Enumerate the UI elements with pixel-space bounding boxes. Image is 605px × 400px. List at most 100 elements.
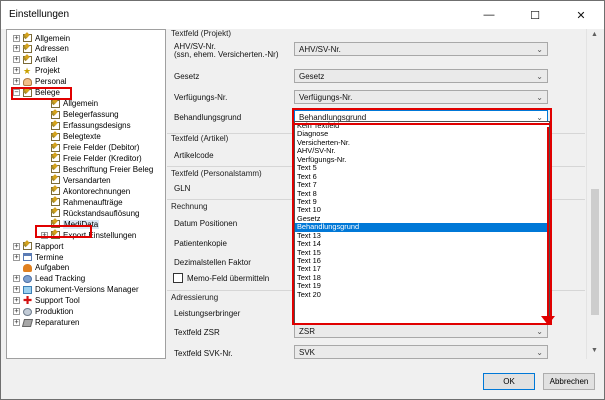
scroll-down-icon[interactable]: ▼ <box>591 347 598 354</box>
tree-item[interactable]: + Personal <box>13 77 67 87</box>
chevron-down-icon: ⌄ <box>536 45 543 54</box>
tree-item[interactable]: + ★ Projekt <box>13 66 60 76</box>
doc-icon <box>51 99 60 108</box>
tree-item[interactable]: + ✚ Support Tool <box>13 294 80 307</box>
panel-scrollbar[interactable]: ▲ ▼ <box>586 29 602 359</box>
gesetz-select[interactable]: Gesetz ⌄ <box>294 69 548 83</box>
doc-icon <box>51 143 60 152</box>
scroll-up-icon[interactable]: ▲ <box>591 31 598 38</box>
tree-item[interactable]: Erfassungsdesigns <box>41 121 131 131</box>
tree-item[interactable]: Freie Felder (Kreditor) <box>41 153 142 163</box>
expand-icon[interactable]: + <box>13 286 20 294</box>
window-title: Einstellungen <box>9 9 70 20</box>
tree-item[interactable]: Belegtexte <box>41 132 101 142</box>
expand-icon[interactable]: + <box>13 67 20 75</box>
person-icon <box>23 77 32 86</box>
minimize-button[interactable]: — <box>466 1 512 29</box>
expand-icon[interactable]: + <box>13 34 20 42</box>
highlight-dropdown <box>292 108 552 325</box>
tree-item[interactable]: Belegerfassung <box>41 110 119 120</box>
tree-item-label: Akontorechnungen <box>63 186 131 196</box>
tree-item[interactable]: + Produktion <box>13 307 73 317</box>
expand-icon[interactable]: + <box>13 319 20 327</box>
tree-item-label: Allgemein <box>35 33 71 43</box>
tree-item-label: Rapport <box>35 241 64 251</box>
chevron-down-icon: ⌄ <box>536 93 543 102</box>
behandlung-label: Behandlungsgrund <box>174 113 242 122</box>
ahv-label-line2: (ssn, ehem. Versicherten.-Nr) <box>174 50 279 59</box>
patientenkopie-label: Patientenkopie <box>174 239 227 248</box>
doc-icon <box>51 187 60 196</box>
tree-item-label: Belegtexte <box>63 132 101 142</box>
tree-item[interactable]: + Termine <box>13 252 63 262</box>
gear-icon <box>23 307 32 316</box>
tree-item[interactable]: Rückstandsauflösung <box>41 208 140 218</box>
highlight-medidata <box>35 225 92 238</box>
doc-icon <box>51 198 60 207</box>
maximize-button[interactable]: ☐ <box>512 1 558 29</box>
people-icon <box>23 274 32 283</box>
tree-item-label: Rahmenaufträge <box>63 197 123 207</box>
verfuegung-select[interactable]: Verfügungs-Nr. ⌄ <box>294 90 548 104</box>
doc-icon <box>51 110 60 119</box>
tree-item-label: Termine <box>35 252 64 262</box>
tree-item[interactable]: + Dokument-Versions Manager <box>13 285 139 295</box>
expand-icon[interactable]: + <box>13 297 20 305</box>
doc-icon <box>51 209 60 218</box>
section-adressierung-title: Adressierung <box>171 293 219 302</box>
expand-icon[interactable]: + <box>13 308 20 316</box>
memo-checkbox[interactable] <box>173 273 183 283</box>
tool-icon <box>21 318 34 327</box>
flow-icon <box>23 285 32 294</box>
expand-icon[interactable]: + <box>13 78 20 86</box>
calendar-icon <box>23 253 32 261</box>
scroll-thumb[interactable] <box>591 189 599 315</box>
expand-icon[interactable]: + <box>13 56 20 64</box>
doc-icon <box>51 165 60 174</box>
tree-item[interactable]: + Lead Tracking <box>13 274 85 284</box>
doc-icon <box>23 242 32 251</box>
tree-item[interactable]: + Adressen <box>13 44 69 54</box>
cancel-button[interactable]: Abbrechen <box>543 373 595 390</box>
tree-item-label: Erfassungsdesigns <box>63 121 131 131</box>
section-projekt-title: Textfeld (Projekt) <box>171 29 232 38</box>
tree-item-label: Belegerfassung <box>63 110 119 120</box>
zsr-select-value: ZSR <box>299 327 315 336</box>
red-plus-icon: ✚ <box>23 294 33 307</box>
tree-item-label: Aufgaben <box>35 263 70 273</box>
svk-select[interactable]: SVK ⌄ <box>294 345 548 359</box>
doc-icon <box>51 121 60 130</box>
tree-item-label: Lead Tracking <box>35 274 86 284</box>
tree-item[interactable]: Rahmenaufträge <box>41 197 123 207</box>
tree-item-label: Adressen <box>35 44 69 54</box>
expand-icon[interactable]: + <box>13 242 20 250</box>
tree-item[interactable]: Beschriftung Freier Beleg <box>41 164 153 174</box>
close-button[interactable]: ✕ <box>558 1 604 29</box>
tree-item[interactable]: + Allgemein <box>13 33 70 43</box>
tree-item[interactable]: + Artikel <box>13 55 57 65</box>
tree-item[interactable]: + Reparaturen <box>13 318 79 328</box>
tree-item-label: Rückstandsauflösung <box>63 208 140 218</box>
verfuegung-label: Verfügungs-Nr. <box>174 93 228 102</box>
star-icon: ★ <box>23 65 32 76</box>
expand-icon[interactable]: + <box>13 275 20 283</box>
doc-icon <box>23 34 32 42</box>
ok-button[interactable]: OK <box>483 373 535 390</box>
tree-item-label: Versandarten <box>63 175 111 185</box>
expand-icon[interactable]: + <box>13 45 20 53</box>
tree-item[interactable]: Freie Felder (Debitor) <box>41 143 139 153</box>
settings-tree[interactable]: + Allgemein + Adressen + Artikel + ★ Projekt + Per… <box>6 29 166 359</box>
tree-item[interactable]: + Rapport <box>13 241 63 251</box>
tree-item[interactable]: Aufgaben <box>13 263 69 273</box>
expand-icon[interactable]: + <box>13 253 20 261</box>
artikelcode-label: Artikelcode <box>174 151 214 160</box>
zsr-select[interactable]: ZSR ⌄ <box>294 324 548 338</box>
gesetz-label: Gesetz <box>174 72 200 81</box>
doc-icon <box>51 176 60 185</box>
tree-item[interactable]: Allgemein <box>41 99 98 109</box>
ahv-select[interactable]: AHV/SV-Nr. ⌄ <box>294 42 548 56</box>
tree-item-label: Allgemein <box>63 99 99 109</box>
tree-item[interactable]: Versandarten <box>41 175 111 185</box>
tree-item-label: Dokument-Versions Manager <box>35 285 139 295</box>
ahv-select-value: AHV/SV-Nr. <box>299 45 341 54</box>
